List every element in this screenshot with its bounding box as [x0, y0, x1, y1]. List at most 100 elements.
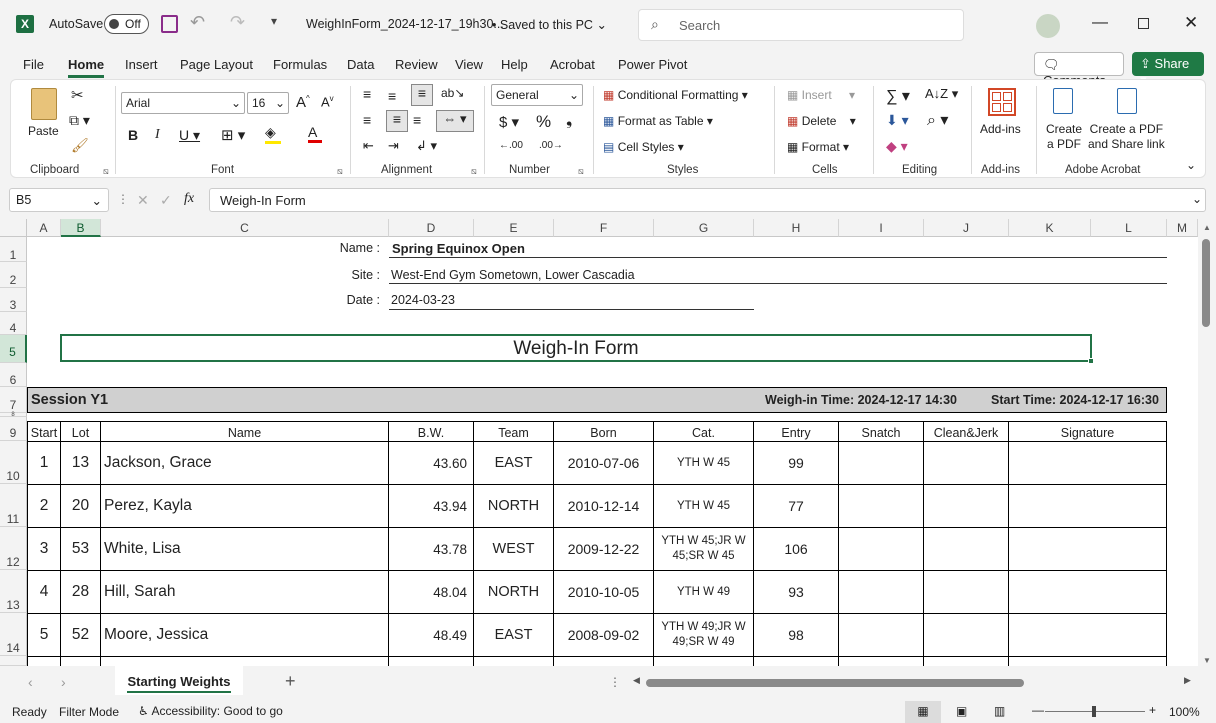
insert-cells-button[interactable]: ▦ Insert ▾ — [787, 88, 855, 102]
underline-button[interactable]: U ▾ — [179, 127, 200, 144]
column-header[interactable]: H — [754, 219, 839, 237]
font-size-select[interactable]: 16 ⌄ — [247, 92, 289, 114]
decrease-font-icon[interactable]: Av — [321, 94, 334, 109]
decrease-indent-icon[interactable]: ⇤ — [363, 138, 374, 154]
normal-view-icon[interactable]: ▦ — [905, 701, 941, 723]
autosum-icon[interactable]: ∑ ▾ — [886, 86, 910, 106]
font-color-icon[interactable]: A — [308, 124, 322, 143]
tab-acrobat[interactable]: Acrobat — [550, 57, 595, 72]
tab-insert[interactable]: Insert — [125, 57, 158, 72]
number-launcher-icon[interactable]: ⧅ — [578, 166, 584, 177]
accessibility-status[interactable]: ♿ Accessibility: Good to go — [138, 704, 283, 718]
row-header[interactable]: 13 — [0, 570, 27, 613]
row-header[interactable]: 14 — [0, 613, 27, 656]
row-header[interactable]: 6 — [0, 363, 27, 387]
save-icon[interactable] — [161, 15, 178, 33]
share-pdf-icon[interactable] — [1117, 88, 1137, 114]
font-name-select[interactable]: Arial ⌄ — [121, 92, 245, 114]
create-pdf-icon[interactable] — [1053, 88, 1073, 114]
confirm-entry-icon[interactable]: ✓ — [160, 192, 172, 209]
zoom-level[interactable]: 100% — [1169, 705, 1200, 719]
decrease-decimal-icon[interactable]: .00→ — [539, 140, 563, 151]
add-ins-icon[interactable] — [988, 88, 1016, 116]
alignment-launcher-icon[interactable]: ⧅ — [471, 166, 477, 177]
share-button[interactable]: ⇪ Share ▾ — [1132, 52, 1204, 87]
align-center-icon[interactable]: ≡ — [386, 110, 408, 132]
tab-data[interactable]: Data — [347, 57, 374, 72]
scroll-left-icon[interactable]: ◀ — [633, 675, 640, 686]
paste-icon[interactable] — [31, 88, 57, 120]
bold-button[interactable]: B — [128, 127, 138, 143]
expand-formula-bar-icon[interactable]: ⌄ — [1192, 192, 1202, 206]
font-launcher-icon[interactable]: ⧅ — [337, 166, 343, 177]
zoom-out-icon[interactable]: — — [1032, 703, 1044, 717]
name-box[interactable]: B5 ⌄ — [9, 188, 109, 212]
row-header[interactable]: 11 — [0, 484, 27, 527]
italic-button[interactable]: I — [155, 127, 160, 143]
column-header[interactable]: J — [924, 219, 1009, 237]
next-sheet-icon[interactable]: › — [61, 674, 66, 690]
row-header[interactable] — [0, 656, 27, 666]
copy-icon[interactable]: ⧉ ▾ — [69, 112, 90, 129]
scroll-right-icon[interactable]: ▶ — [1184, 675, 1191, 686]
formula-input[interactable]: Weigh-In Form — [209, 188, 1206, 212]
sheet-tab-starting-weights[interactable]: Starting Weights — [115, 666, 243, 695]
sort-filter-icon[interactable]: A↓Z ▾ — [925, 86, 958, 102]
orientation-icon[interactable]: ab↘ — [441, 86, 464, 100]
row-header[interactable]: 1 — [0, 237, 27, 262]
cell-styles-button[interactable]: ▤ Cell Styles ▾ — [603, 140, 684, 154]
add-ins-button[interactable]: Add-ins — [980, 122, 1021, 136]
column-header[interactable]: D — [389, 219, 474, 237]
column-header[interactable]: F — [554, 219, 654, 237]
formula-bar-more-icon[interactable]: ⋮ — [117, 192, 129, 206]
tab-home[interactable]: Home — [68, 57, 105, 78]
column-header[interactable]: L — [1091, 219, 1167, 237]
select-all-corner[interactable] — [0, 219, 27, 237]
merge-center-icon[interactable]: ⇔ ▾ — [436, 110, 474, 132]
tab-file[interactable]: File — [23, 57, 44, 72]
row-header[interactable]: 2 — [0, 262, 27, 288]
align-top-icon[interactable]: ≡ — [363, 86, 371, 102]
align-bottom-icon[interactable]: ≡ — [411, 84, 433, 106]
tab-split-icon[interactable]: ⋮ — [609, 675, 621, 689]
borders-icon[interactable]: ⊞ ▾ — [221, 126, 245, 144]
increase-font-icon[interactable]: A^ — [296, 94, 310, 111]
minimize-icon[interactable]: — — [1092, 14, 1108, 32]
column-header[interactable]: M — [1167, 219, 1198, 237]
format-cells-button[interactable]: ▦ Format ▾ — [787, 140, 849, 154]
prev-sheet-icon[interactable]: ‹ — [28, 674, 33, 690]
increase-decimal-icon[interactable]: ←.00 — [499, 140, 523, 151]
create-pdf-button[interactable]: Create a PDF — [1046, 122, 1082, 152]
delete-cells-button[interactable]: ▦ Delete ▾ — [787, 114, 856, 128]
zoom-slider-thumb[interactable] — [1092, 706, 1096, 717]
page-layout-view-icon[interactable]: ▣ — [956, 704, 967, 718]
align-left-icon[interactable]: ≡ — [363, 112, 371, 128]
page-break-view-icon[interactable]: ▥ — [994, 704, 1005, 718]
comments-button[interactable]: 🗨 Comments — [1034, 52, 1124, 88]
row-header[interactable]: 10 — [0, 441, 27, 484]
insert-function-icon[interactable]: fx — [184, 191, 194, 207]
row-header[interactable]: 12 — [0, 527, 27, 570]
redo-icon[interactable]: ↷ — [230, 12, 245, 33]
avatar[interactable] — [1036, 14, 1060, 38]
wrap-text-icon[interactable]: ↲ ▾ — [416, 138, 437, 154]
row-header[interactable]: 7 — [0, 387, 27, 413]
column-header[interactable]: I — [839, 219, 924, 237]
autosave-toggle[interactable]: Off — [104, 14, 149, 34]
zoom-in-icon[interactable]: + — [1149, 703, 1156, 717]
collapse-ribbon-icon[interactable]: ⌄ — [1186, 158, 1196, 172]
column-header[interactable]: G — [654, 219, 754, 237]
percent-icon[interactable]: % — [536, 112, 551, 132]
row-header[interactable]: 3 — [0, 288, 27, 312]
fill-icon[interactable]: ⬇ ▾ — [886, 112, 909, 129]
tab-review[interactable]: Review — [395, 57, 438, 72]
format-as-table-button[interactable]: ▦ Format as Table ▾ — [603, 114, 713, 128]
clear-icon[interactable]: ◆ ▾ — [886, 138, 908, 155]
horizontal-scroll-thumb[interactable] — [646, 679, 1024, 687]
saved-status[interactable]: • Saved to this PC ⌄ — [492, 17, 607, 32]
tab-formulas[interactable]: Formulas — [273, 57, 327, 72]
currency-icon[interactable]: $ ▾ — [499, 113, 519, 131]
search-box[interactable]: ⌕ Search — [638, 9, 964, 41]
row-header[interactable]: 4 — [0, 312, 27, 335]
increase-indent-icon[interactable]: ⇥ — [388, 138, 399, 154]
